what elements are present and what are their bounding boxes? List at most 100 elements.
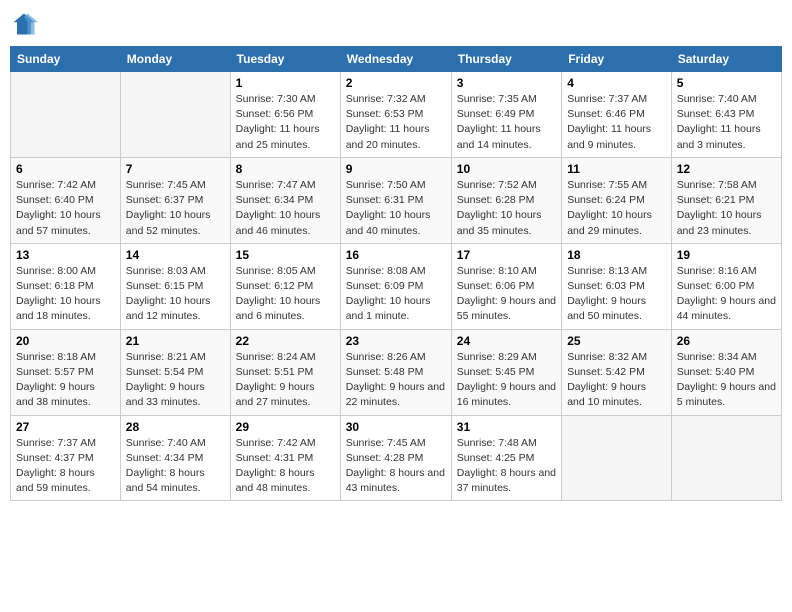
day-number: 3 bbox=[457, 76, 556, 90]
header-friday: Friday bbox=[562, 47, 672, 72]
day-cell bbox=[11, 72, 121, 158]
day-cell: 31 Sunrise: 7:48 AMSunset: 4:25 PMDaylig… bbox=[451, 415, 561, 501]
day-cell: 10 Sunrise: 7:52 AMSunset: 6:28 PMDaylig… bbox=[451, 157, 561, 243]
day-cell bbox=[671, 415, 781, 501]
day-number: 31 bbox=[457, 420, 556, 434]
day-number: 14 bbox=[126, 248, 225, 262]
day-cell: 20 Sunrise: 8:18 AMSunset: 5:57 PMDaylig… bbox=[11, 329, 121, 415]
day-info: Sunrise: 7:37 AMSunset: 6:46 PMDaylight:… bbox=[567, 92, 666, 153]
day-info: Sunrise: 7:40 AMSunset: 4:34 PMDaylight:… bbox=[126, 436, 225, 497]
day-number: 13 bbox=[16, 248, 115, 262]
day-number: 17 bbox=[457, 248, 556, 262]
day-number: 16 bbox=[346, 248, 446, 262]
week-row-2: 6 Sunrise: 7:42 AMSunset: 6:40 PMDayligh… bbox=[11, 157, 782, 243]
day-info: Sunrise: 7:35 AMSunset: 6:49 PMDaylight:… bbox=[457, 92, 556, 153]
day-cell: 25 Sunrise: 8:32 AMSunset: 5:42 PMDaylig… bbox=[562, 329, 672, 415]
day-info: Sunrise: 8:10 AMSunset: 6:06 PMDaylight:… bbox=[457, 264, 556, 325]
day-info: Sunrise: 8:34 AMSunset: 5:40 PMDaylight:… bbox=[677, 350, 776, 411]
header-tuesday: Tuesday bbox=[230, 47, 340, 72]
day-number: 12 bbox=[677, 162, 776, 176]
page-header bbox=[10, 10, 782, 38]
day-cell: 12 Sunrise: 7:58 AMSunset: 6:21 PMDaylig… bbox=[671, 157, 781, 243]
header-monday: Monday bbox=[120, 47, 230, 72]
day-info: Sunrise: 8:16 AMSunset: 6:00 PMDaylight:… bbox=[677, 264, 776, 325]
header-sunday: Sunday bbox=[11, 47, 121, 72]
day-cell: 16 Sunrise: 8:08 AMSunset: 6:09 PMDaylig… bbox=[340, 243, 451, 329]
day-cell: 21 Sunrise: 8:21 AMSunset: 5:54 PMDaylig… bbox=[120, 329, 230, 415]
day-cell bbox=[562, 415, 672, 501]
day-cell: 2 Sunrise: 7:32 AMSunset: 6:53 PMDayligh… bbox=[340, 72, 451, 158]
day-number: 18 bbox=[567, 248, 666, 262]
day-number: 20 bbox=[16, 334, 115, 348]
day-cell: 17 Sunrise: 8:10 AMSunset: 6:06 PMDaylig… bbox=[451, 243, 561, 329]
day-cell: 24 Sunrise: 8:29 AMSunset: 5:45 PMDaylig… bbox=[451, 329, 561, 415]
day-cell: 23 Sunrise: 8:26 AMSunset: 5:48 PMDaylig… bbox=[340, 329, 451, 415]
day-cell: 14 Sunrise: 8:03 AMSunset: 6:15 PMDaylig… bbox=[120, 243, 230, 329]
day-number: 28 bbox=[126, 420, 225, 434]
day-number: 27 bbox=[16, 420, 115, 434]
day-number: 4 bbox=[567, 76, 666, 90]
logo bbox=[10, 10, 42, 38]
day-cell: 27 Sunrise: 7:37 AMSunset: 4:37 PMDaylig… bbox=[11, 415, 121, 501]
day-number: 2 bbox=[346, 76, 446, 90]
day-number: 10 bbox=[457, 162, 556, 176]
day-cell: 30 Sunrise: 7:45 AMSunset: 4:28 PMDaylig… bbox=[340, 415, 451, 501]
day-cell: 3 Sunrise: 7:35 AMSunset: 6:49 PMDayligh… bbox=[451, 72, 561, 158]
header-row: SundayMondayTuesdayWednesdayThursdayFrid… bbox=[11, 47, 782, 72]
day-cell: 18 Sunrise: 8:13 AMSunset: 6:03 PMDaylig… bbox=[562, 243, 672, 329]
day-cell bbox=[120, 72, 230, 158]
day-number: 15 bbox=[236, 248, 335, 262]
day-number: 29 bbox=[236, 420, 335, 434]
day-info: Sunrise: 7:52 AMSunset: 6:28 PMDaylight:… bbox=[457, 178, 556, 239]
day-number: 21 bbox=[126, 334, 225, 348]
day-info: Sunrise: 7:55 AMSunset: 6:24 PMDaylight:… bbox=[567, 178, 666, 239]
day-info: Sunrise: 7:45 AMSunset: 4:28 PMDaylight:… bbox=[346, 436, 446, 497]
day-cell: 5 Sunrise: 7:40 AMSunset: 6:43 PMDayligh… bbox=[671, 72, 781, 158]
day-info: Sunrise: 7:40 AMSunset: 6:43 PMDaylight:… bbox=[677, 92, 776, 153]
day-cell: 9 Sunrise: 7:50 AMSunset: 6:31 PMDayligh… bbox=[340, 157, 451, 243]
day-number: 23 bbox=[346, 334, 446, 348]
day-number: 26 bbox=[677, 334, 776, 348]
header-thursday: Thursday bbox=[451, 47, 561, 72]
day-info: Sunrise: 8:05 AMSunset: 6:12 PMDaylight:… bbox=[236, 264, 335, 325]
day-number: 5 bbox=[677, 76, 776, 90]
day-cell: 15 Sunrise: 8:05 AMSunset: 6:12 PMDaylig… bbox=[230, 243, 340, 329]
day-info: Sunrise: 8:24 AMSunset: 5:51 PMDaylight:… bbox=[236, 350, 335, 411]
day-number: 11 bbox=[567, 162, 666, 176]
logo-icon bbox=[10, 10, 38, 38]
day-cell: 22 Sunrise: 8:24 AMSunset: 5:51 PMDaylig… bbox=[230, 329, 340, 415]
day-cell: 4 Sunrise: 7:37 AMSunset: 6:46 PMDayligh… bbox=[562, 72, 672, 158]
day-cell: 28 Sunrise: 7:40 AMSunset: 4:34 PMDaylig… bbox=[120, 415, 230, 501]
day-info: Sunrise: 8:08 AMSunset: 6:09 PMDaylight:… bbox=[346, 264, 446, 325]
day-info: Sunrise: 8:00 AMSunset: 6:18 PMDaylight:… bbox=[16, 264, 115, 325]
day-info: Sunrise: 8:13 AMSunset: 6:03 PMDaylight:… bbox=[567, 264, 666, 325]
day-cell: 13 Sunrise: 8:00 AMSunset: 6:18 PMDaylig… bbox=[11, 243, 121, 329]
day-info: Sunrise: 7:30 AMSunset: 6:56 PMDaylight:… bbox=[236, 92, 335, 153]
day-cell: 1 Sunrise: 7:30 AMSunset: 6:56 PMDayligh… bbox=[230, 72, 340, 158]
day-info: Sunrise: 7:42 AMSunset: 4:31 PMDaylight:… bbox=[236, 436, 335, 497]
day-info: Sunrise: 7:47 AMSunset: 6:34 PMDaylight:… bbox=[236, 178, 335, 239]
day-info: Sunrise: 8:29 AMSunset: 5:45 PMDaylight:… bbox=[457, 350, 556, 411]
day-number: 1 bbox=[236, 76, 335, 90]
day-number: 7 bbox=[126, 162, 225, 176]
day-cell: 19 Sunrise: 8:16 AMSunset: 6:00 PMDaylig… bbox=[671, 243, 781, 329]
day-cell: 6 Sunrise: 7:42 AMSunset: 6:40 PMDayligh… bbox=[11, 157, 121, 243]
day-info: Sunrise: 8:03 AMSunset: 6:15 PMDaylight:… bbox=[126, 264, 225, 325]
week-row-5: 27 Sunrise: 7:37 AMSunset: 4:37 PMDaylig… bbox=[11, 415, 782, 501]
day-cell: 8 Sunrise: 7:47 AMSunset: 6:34 PMDayligh… bbox=[230, 157, 340, 243]
day-number: 19 bbox=[677, 248, 776, 262]
week-row-4: 20 Sunrise: 8:18 AMSunset: 5:57 PMDaylig… bbox=[11, 329, 782, 415]
day-number: 8 bbox=[236, 162, 335, 176]
day-cell: 7 Sunrise: 7:45 AMSunset: 6:37 PMDayligh… bbox=[120, 157, 230, 243]
day-cell: 29 Sunrise: 7:42 AMSunset: 4:31 PMDaylig… bbox=[230, 415, 340, 501]
day-number: 22 bbox=[236, 334, 335, 348]
day-info: Sunrise: 8:26 AMSunset: 5:48 PMDaylight:… bbox=[346, 350, 446, 411]
day-info: Sunrise: 7:48 AMSunset: 4:25 PMDaylight:… bbox=[457, 436, 556, 497]
day-info: Sunrise: 7:50 AMSunset: 6:31 PMDaylight:… bbox=[346, 178, 446, 239]
calendar-table: SundayMondayTuesdayWednesdayThursdayFrid… bbox=[10, 46, 782, 501]
week-row-3: 13 Sunrise: 8:00 AMSunset: 6:18 PMDaylig… bbox=[11, 243, 782, 329]
day-info: Sunrise: 7:42 AMSunset: 6:40 PMDaylight:… bbox=[16, 178, 115, 239]
day-info: Sunrise: 8:18 AMSunset: 5:57 PMDaylight:… bbox=[16, 350, 115, 411]
header-saturday: Saturday bbox=[671, 47, 781, 72]
day-info: Sunrise: 8:32 AMSunset: 5:42 PMDaylight:… bbox=[567, 350, 666, 411]
